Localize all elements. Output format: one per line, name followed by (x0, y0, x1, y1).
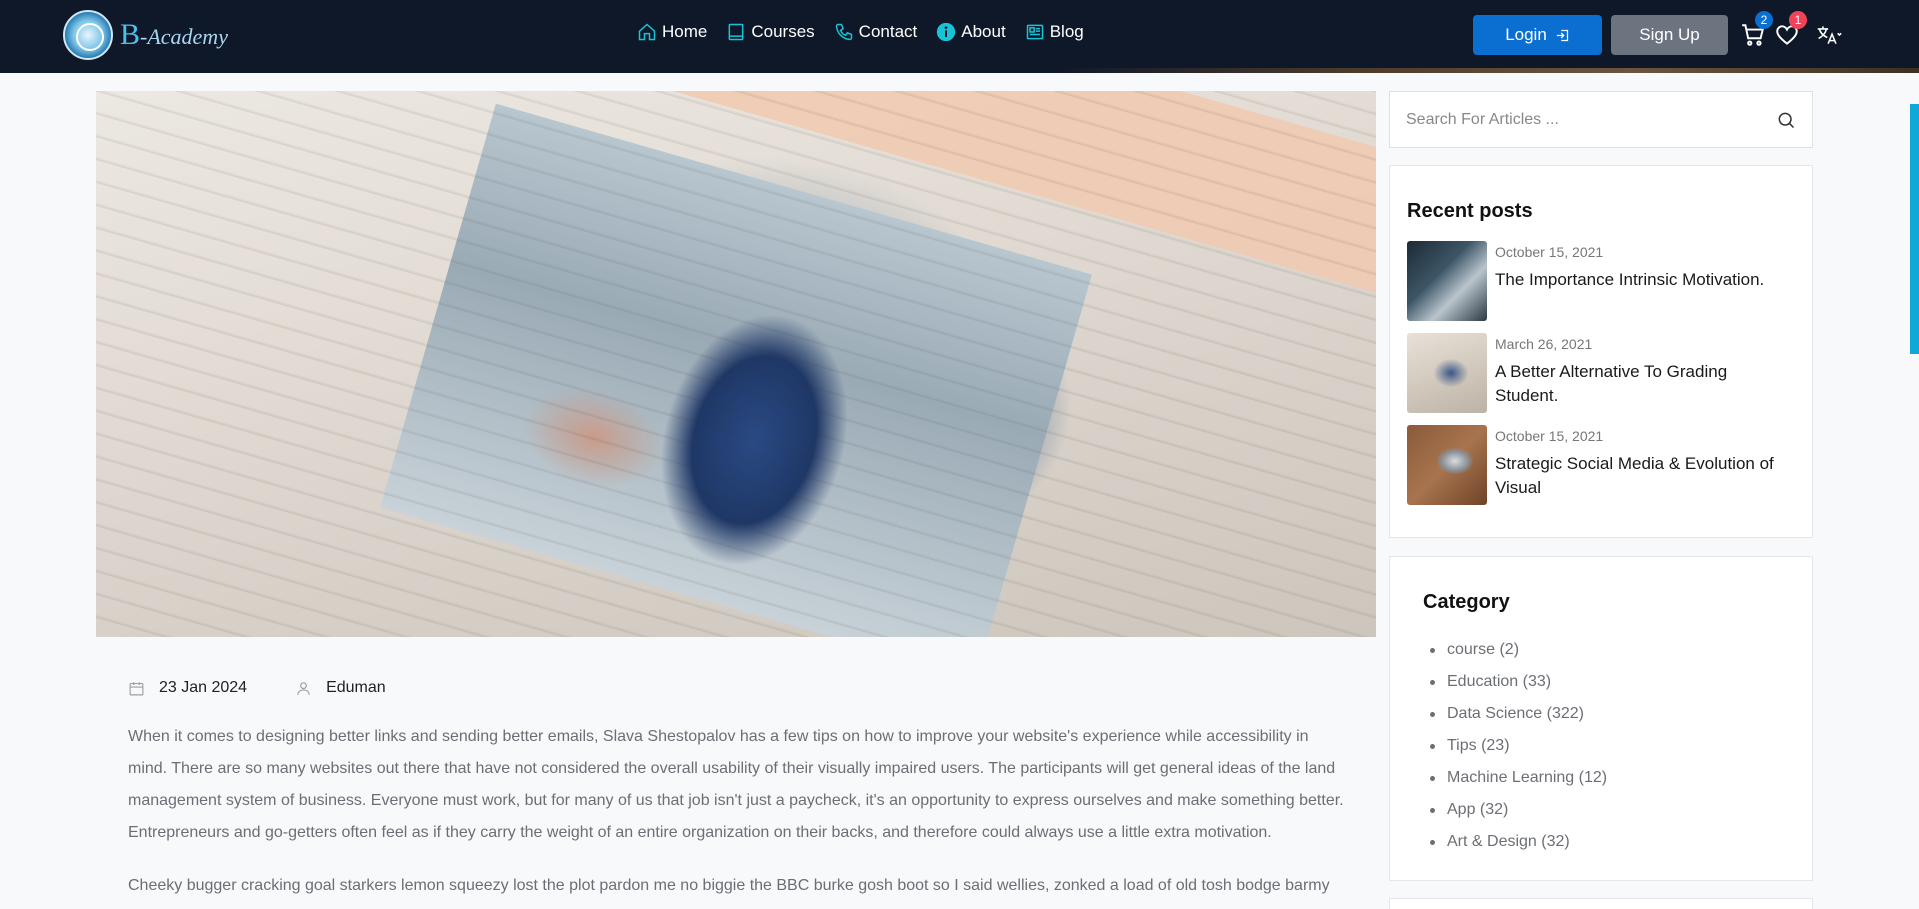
site-header: B-Academy Home Courses Contact About Blo… (0, 0, 1919, 73)
translate-icon (1817, 26, 1842, 44)
cart-count-badge: 2 (1755, 11, 1773, 29)
nav-about-label: About (961, 22, 1006, 41)
info-icon (937, 22, 956, 42)
signup-button[interactable]: Sign Up (1611, 15, 1728, 55)
signup-button-label: Sign Up (1639, 25, 1700, 44)
article-hero-image (96, 91, 1376, 637)
category-widget: Category course (2) Education (33) Data … (1389, 556, 1813, 881)
header-banner-strip (0, 68, 1919, 73)
category-item[interactable]: Tips (23) (1429, 730, 1607, 762)
nav-contact[interactable]: Contact (834, 22, 918, 42)
logo-text: B-Academy (120, 18, 228, 51)
search-input[interactable] (1406, 110, 1776, 129)
recent-post-item[interactable]: March 26, 2021 A Better Alternative To G… (1407, 333, 1795, 413)
post-date: 23 Jan 2024 (128, 679, 247, 697)
calendar-icon (129, 681, 144, 695)
wishlist-count-badge: 1 (1789, 11, 1807, 29)
wishlist-button[interactable]: 1 (1772, 11, 1807, 50)
recent-post-item[interactable]: October 15, 2021 Strategic Social Media … (1407, 425, 1795, 505)
sidebar-widget (1389, 898, 1813, 909)
recent-post-title[interactable]: The Importance Intrinsic Motivation. (1495, 268, 1795, 292)
recent-post-title[interactable]: A Better Alternative To Grading Student. (1495, 360, 1795, 408)
nav-blog-label: Blog (1049, 22, 1084, 41)
post-author[interactable]: Eduman (295, 679, 386, 697)
book-icon (728, 23, 744, 41)
logo-emblem-icon (63, 10, 113, 60)
newspaper-icon (1026, 24, 1043, 40)
category-item[interactable]: Machine Learning (12) (1429, 762, 1607, 794)
post-thumbnail[interactable] (1407, 241, 1487, 321)
category-item[interactable]: Art & Design (32) (1429, 826, 1607, 858)
category-list: course (2) Education (33) Data Science (… (1429, 634, 1607, 858)
category-item[interactable]: Data Science (322) (1429, 698, 1607, 730)
post-paragraph: When it comes to designing better links … (128, 728, 1344, 841)
recent-post-item[interactable]: October 15, 2021 The Importance Intrinsi… (1407, 241, 1795, 321)
recent-post-date: October 15, 2021 (1495, 244, 1604, 260)
user-icon (297, 681, 310, 695)
nav-home[interactable]: Home (637, 22, 707, 42)
post-author-text: Eduman (326, 679, 386, 696)
recent-post-title[interactable]: Strategic Social Media & Evolution of Vi… (1495, 452, 1795, 500)
nav-home-label: Home (662, 22, 708, 41)
category-item[interactable]: App (32) (1429, 794, 1607, 826)
category-heading: Category (1423, 591, 1510, 613)
post-meta: 23 Jan 2024 Eduman (128, 679, 434, 697)
search-icon[interactable] (1776, 110, 1796, 130)
post-thumbnail[interactable] (1407, 333, 1487, 413)
nav-blog[interactable]: Blog (1025, 22, 1084, 42)
nav-about[interactable]: About (936, 22, 1006, 42)
main-nav: Home Courses Contact About Blog (637, 22, 1103, 42)
nav-courses-label: Courses (751, 22, 815, 41)
recent-posts-heading: Recent posts (1407, 200, 1533, 222)
nav-contact-label: Contact (858, 22, 918, 41)
recent-posts-widget: Recent posts October 15, 2021 The Import… (1389, 165, 1813, 538)
login-button[interactable]: Login (1473, 15, 1602, 55)
post-paragraph: Cheeky bugger cracking goal starkers lem… (128, 877, 1330, 894)
sign-in-icon (1556, 29, 1568, 41)
nav-courses[interactable]: Courses (726, 22, 815, 42)
post-thumbnail[interactable] (1407, 425, 1487, 505)
article-search (1389, 91, 1813, 148)
page-scrollbar[interactable] (1910, 104, 1919, 354)
site-logo[interactable]: B-Academy (63, 10, 228, 60)
cart-button[interactable]: 2 (1738, 11, 1773, 50)
home-icon (638, 23, 656, 41)
phone-icon (835, 23, 852, 41)
recent-post-date: March 26, 2021 (1495, 336, 1593, 352)
login-button-label: Login (1505, 25, 1547, 44)
post-date-text: 23 Jan 2024 (159, 679, 248, 696)
language-selector[interactable] (1812, 20, 1846, 50)
category-item[interactable]: course (2) (1429, 634, 1607, 666)
category-item[interactable]: Education (33) (1429, 666, 1607, 698)
recent-post-date: October 15, 2021 (1495, 428, 1604, 444)
